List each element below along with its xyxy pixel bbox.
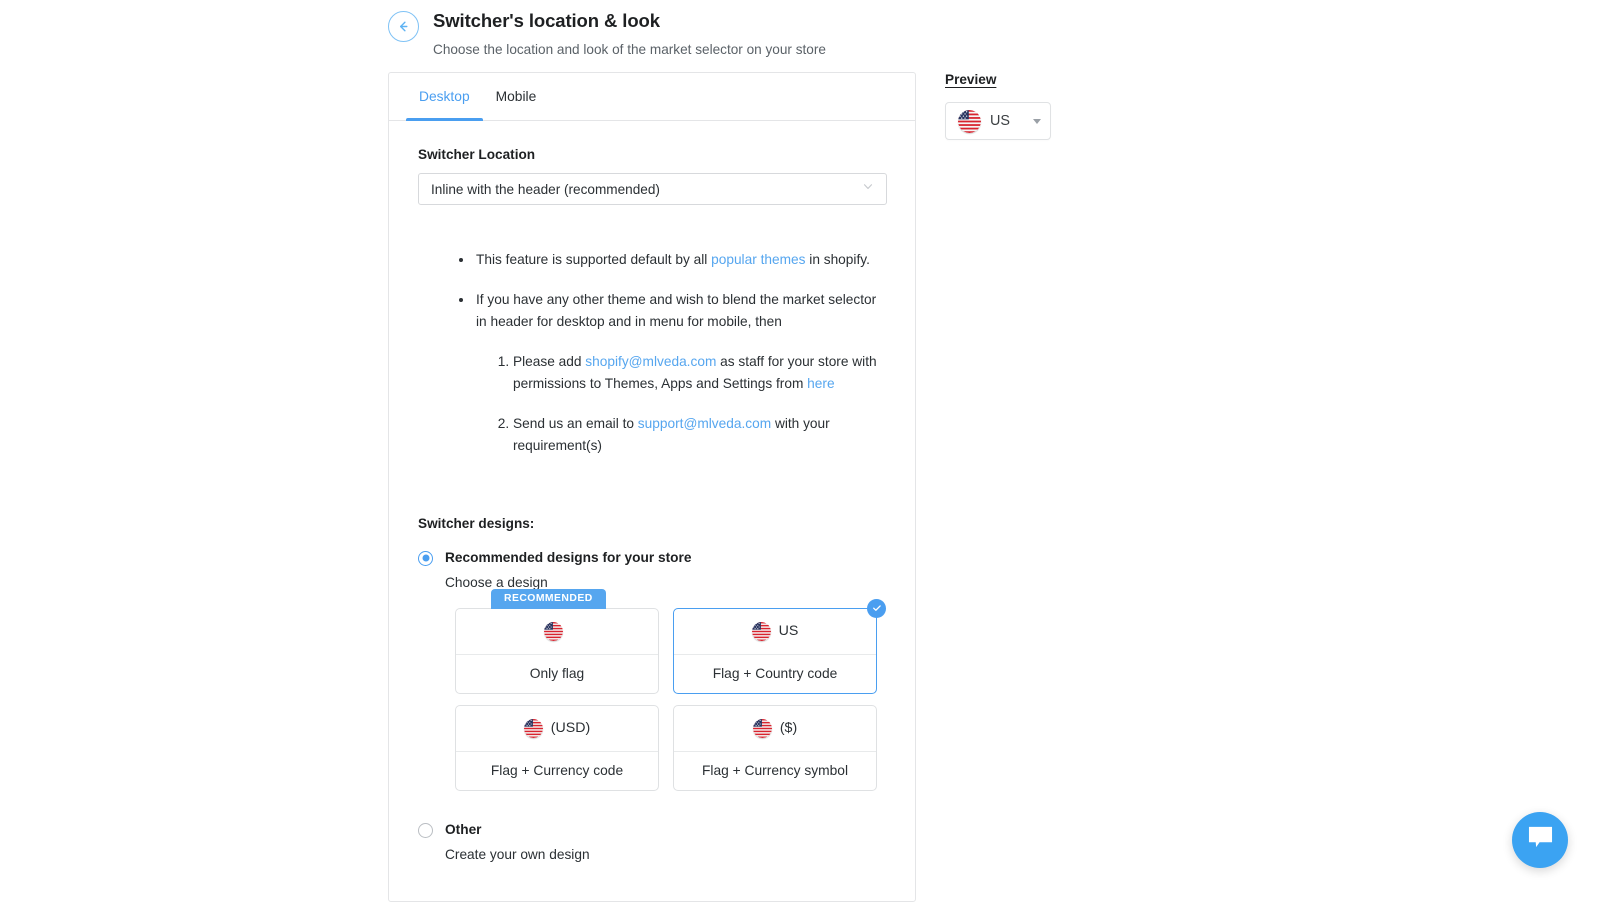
page-title: Switcher's location & look bbox=[433, 8, 826, 34]
us-flag-icon bbox=[752, 622, 771, 641]
design-card-label: Only flag bbox=[456, 655, 658, 693]
triangle-down-icon bbox=[1033, 119, 1041, 124]
design-option-recommended[interactable]: Recommended designs for your store Choos… bbox=[418, 549, 887, 592]
info-steps-list: Please add shopify@mlveda.com as staff f… bbox=[476, 351, 887, 458]
support-email-link[interactable]: support@mlveda.com bbox=[638, 416, 771, 431]
design-card-label: Flag + Country code bbox=[674, 655, 876, 693]
preview-panel: Preview US bbox=[945, 72, 1051, 140]
switcher-location-field: Inline with the header (recommended) bbox=[418, 173, 887, 205]
tab-mobile-label: Mobile bbox=[496, 89, 537, 104]
radio-other-subtitle: Create your own design bbox=[445, 846, 590, 864]
tab-desktop[interactable]: Desktop bbox=[406, 73, 483, 120]
design-option-other[interactable]: Other Create your own design bbox=[418, 821, 887, 864]
design-card-preview: (USD) bbox=[456, 706, 658, 752]
info-bullet-list: This feature is supported default by all… bbox=[418, 249, 887, 458]
us-flag-icon bbox=[544, 622, 563, 641]
switcher-location-value: Inline with the header (recommended) bbox=[431, 182, 660, 197]
settings-card: Desktop Mobile Switcher Location Inline … bbox=[388, 72, 916, 902]
info-bullet-2: If you have any other theme and wish to … bbox=[474, 289, 887, 458]
chat-widget-button[interactable] bbox=[1512, 812, 1568, 868]
radio-recommended-title: Recommended designs for your store bbox=[445, 549, 691, 567]
design-card-sample: US bbox=[779, 623, 799, 639]
design-cell-flag-currency-symbol: ($) Flag + Currency symbol bbox=[673, 705, 877, 791]
card-body: Switcher Location Inline with the header… bbox=[389, 121, 915, 884]
popular-themes-link[interactable]: popular themes bbox=[711, 252, 805, 267]
info-bullet-1-pre: This feature is supported default by all bbox=[476, 252, 711, 267]
design-card-flag-currency-symbol[interactable]: ($) Flag + Currency symbol bbox=[673, 705, 877, 791]
preview-title: Preview bbox=[945, 72, 1051, 87]
switcher-location-label: Switcher Location bbox=[418, 147, 887, 162]
design-card-preview bbox=[456, 609, 658, 655]
switcher-location-select[interactable]: Inline with the header (recommended) bbox=[418, 173, 887, 205]
design-card-sample: (USD) bbox=[551, 720, 590, 736]
design-card-preview: US bbox=[674, 609, 876, 655]
recommended-badge: RECOMMENDED bbox=[491, 589, 606, 609]
us-flag-icon bbox=[524, 719, 543, 738]
design-cell-flag-currency-code: (USD) Flag + Currency code bbox=[455, 705, 659, 791]
preview-market-selector[interactable]: US bbox=[945, 102, 1051, 140]
design-card-label: Flag + Currency symbol bbox=[674, 752, 876, 790]
us-flag-icon bbox=[958, 110, 981, 133]
design-card-flag-currency-code[interactable]: (USD) Flag + Currency code bbox=[455, 705, 659, 791]
design-cell-flag-country-code: US Flag + Country code bbox=[673, 608, 877, 694]
design-card-label: Flag + Currency code bbox=[456, 752, 658, 790]
page-subtitle: Choose the location and look of the mark… bbox=[433, 40, 826, 60]
design-grid: RECOMMENDED Only flag bbox=[455, 608, 877, 791]
chat-bubble-icon bbox=[1527, 825, 1554, 855]
here-link[interactable]: here bbox=[807, 376, 834, 391]
radio-other[interactable] bbox=[418, 823, 433, 838]
back-button[interactable] bbox=[388, 11, 419, 42]
info-step-2: Send us an email to support@mlveda.com w… bbox=[513, 413, 887, 458]
info-step-1-pre: Please add bbox=[513, 354, 585, 369]
check-circle-icon bbox=[867, 599, 886, 618]
info-step-1: Please add shopify@mlveda.com as staff f… bbox=[513, 351, 887, 396]
design-card-preview: ($) bbox=[674, 706, 876, 752]
arrow-left-icon bbox=[396, 19, 411, 34]
design-cell-only-flag: RECOMMENDED Only flag bbox=[455, 608, 659, 694]
design-card-flag-country-code[interactable]: US Flag + Country code bbox=[673, 608, 877, 694]
page-header: Switcher's location & look Choose the lo… bbox=[388, 8, 826, 60]
us-flag-icon bbox=[753, 719, 772, 738]
radio-recommended[interactable] bbox=[418, 551, 433, 566]
design-card-sample: ($) bbox=[780, 720, 797, 736]
info-bullet-1: This feature is supported default by all… bbox=[474, 249, 887, 272]
info-bullet-2-text: If you have any other theme and wish to … bbox=[476, 292, 876, 330]
preview-selected-code: US bbox=[990, 113, 1024, 129]
shopify-email-link[interactable]: shopify@mlveda.com bbox=[585, 354, 716, 369]
info-bullet-1-post: in shopify. bbox=[805, 252, 869, 267]
switcher-designs-heading: Switcher designs: bbox=[418, 516, 887, 531]
tab-desktop-label: Desktop bbox=[419, 89, 470, 104]
tab-bar: Desktop Mobile bbox=[389, 73, 915, 121]
design-row-1: RECOMMENDED Only flag bbox=[455, 608, 877, 694]
design-row-2: (USD) Flag + Currency code ($) Flag bbox=[455, 705, 877, 791]
radio-other-title: Other bbox=[445, 821, 590, 839]
info-step-2-pre: Send us an email to bbox=[513, 416, 638, 431]
tab-mobile[interactable]: Mobile bbox=[483, 73, 550, 120]
design-card-only-flag[interactable]: Only flag bbox=[455, 608, 659, 694]
